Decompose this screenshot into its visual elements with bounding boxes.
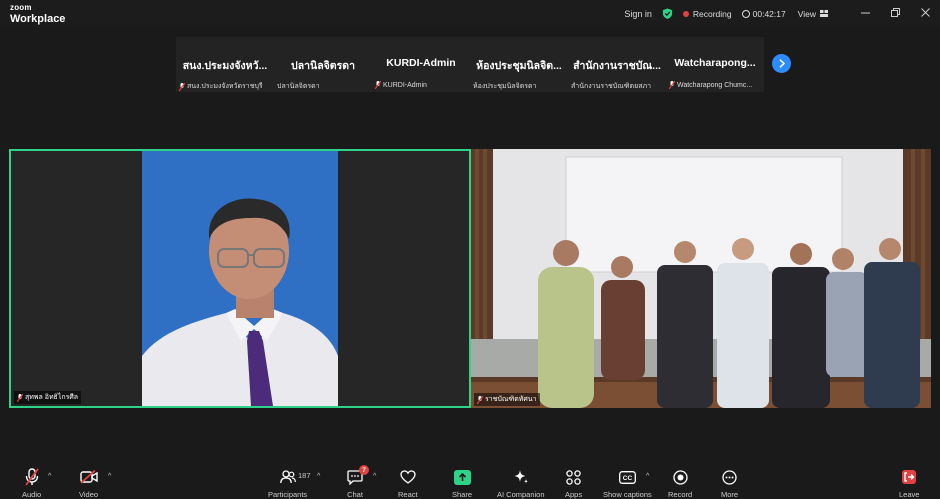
audio-options-caret[interactable]: ^ bbox=[48, 473, 51, 480]
leave-button[interactable]: Leave bbox=[899, 468, 919, 499]
thumbnail-name: ห้องประชุมนิลจิต... bbox=[476, 60, 562, 72]
heart-icon bbox=[400, 470, 416, 484]
chat-label: Chat bbox=[347, 490, 363, 499]
participants-options-caret[interactable]: ^ bbox=[317, 473, 320, 480]
sparkle-icon bbox=[514, 470, 528, 484]
zoom-workplace-logo: zoom Workplace bbox=[10, 3, 66, 25]
more-button[interactable]: More bbox=[721, 468, 738, 499]
react-button[interactable]: React bbox=[398, 468, 418, 499]
sign-in-link[interactable]: Sign in bbox=[624, 9, 652, 19]
participants-label: Participants bbox=[268, 490, 308, 499]
record-label: Record bbox=[668, 490, 693, 499]
participant-thumbnail[interactable]: ปลานิลจิตรดา ปลานิลจิตรดา bbox=[274, 37, 372, 92]
next-page-button[interactable] bbox=[772, 54, 791, 73]
thumbnail-display-name: ปลานิลจิตรดา bbox=[277, 83, 320, 90]
chat-button[interactable]: 7 Chat bbox=[347, 465, 369, 499]
mic-muted-icon bbox=[17, 393, 23, 402]
svg-text:CC: CC bbox=[623, 475, 633, 482]
participant-thumbnail-strip: สนง.ประมงจังหวั... สนง.ประมงจังหวัดราชบุ… bbox=[176, 37, 764, 92]
chat-unread-badge: 7 bbox=[359, 465, 369, 475]
thumbnail-name: KURDI-Admin bbox=[386, 57, 456, 69]
show-captions-button[interactable]: CC Show captions bbox=[603, 468, 652, 499]
mic-muted-icon bbox=[477, 395, 483, 404]
participant-thumbnail[interactable]: ห้องประชุมนิลจิต... ห้องประชุมนิลจิตรดา bbox=[470, 37, 568, 92]
video-tile-room[interactable]: ราชบัณฑิตทัศนา bbox=[471, 149, 931, 408]
more-label: More bbox=[721, 490, 739, 499]
thumbnail-name: สนง.ประมงจังหวั... bbox=[182, 60, 268, 72]
room-video-feed bbox=[471, 149, 931, 408]
thumbnail-display-name: KURDI-Admin bbox=[383, 81, 427, 89]
participant-thumbnail[interactable]: KURDI-Admin KURDI-Admin bbox=[372, 37, 470, 92]
participant-name: สุทพล อิทธิไกรศีล bbox=[25, 394, 79, 401]
video-options-caret[interactable]: ^ bbox=[108, 473, 111, 480]
ai-companion-label: AI Companion bbox=[497, 490, 545, 499]
share-label: Share bbox=[452, 490, 473, 499]
video-tile-active-speaker[interactable]: สุทพล อิทธิไกรศีล bbox=[9, 149, 471, 408]
thumbnail-display-name: สนง.ประมงจังหวัดราชบุรี bbox=[187, 83, 263, 90]
chat-options-caret[interactable]: ^ bbox=[373, 473, 376, 480]
record-button[interactable]: Record bbox=[668, 468, 692, 499]
video-button[interactable]: Video bbox=[79, 468, 98, 499]
show-captions-label: Show captions bbox=[603, 490, 652, 499]
title-bar: zoom Workplace Sign in Recording 00:42:1… bbox=[0, 0, 940, 27]
encryption-shield-icon[interactable] bbox=[662, 8, 673, 19]
video-off-icon bbox=[79, 470, 98, 484]
participants-icon bbox=[279, 470, 296, 484]
thumbnail-display-name: สำนักงานราชบัณฑิตยสภา bbox=[571, 83, 652, 90]
participant-thumbnail[interactable]: สำนักงานราชบัณ... สำนักงานราชบัณฑิตยสภา bbox=[568, 37, 666, 92]
captions-options-caret[interactable]: ^ bbox=[646, 473, 649, 480]
leave-exit-icon bbox=[902, 470, 917, 484]
logo-bottom-text: Workplace bbox=[10, 13, 66, 25]
minimize-icon bbox=[860, 12, 870, 13]
apps-label: Apps bbox=[565, 490, 583, 499]
minimize-button[interactable] bbox=[850, 8, 880, 20]
captions-cc-icon: CC bbox=[618, 470, 636, 484]
recording-status[interactable]: Recording bbox=[693, 9, 732, 19]
chevron-right-icon bbox=[778, 59, 785, 68]
share-screen-icon bbox=[453, 469, 471, 485]
mic-muted-icon bbox=[24, 468, 39, 486]
meeting-controls-toolbar: Audio ^ Video ^ Participants 187 ^ 7 Cha… bbox=[0, 463, 940, 499]
thumbnail-name: ปลานิลจิตรดา bbox=[291, 60, 355, 72]
mic-muted-icon bbox=[179, 82, 185, 91]
apps-button[interactable]: Apps bbox=[565, 468, 582, 499]
recording-dot-icon bbox=[682, 10, 689, 17]
record-icon bbox=[672, 469, 688, 485]
logo-top-text: zoom bbox=[10, 3, 32, 12]
room-name-label: ราชบัณฑิตทัศนา bbox=[474, 393, 540, 406]
thumbnail-display-name: ห้องประชุมนิลจิตรดา bbox=[473, 83, 537, 90]
participants-count: 187 bbox=[298, 471, 311, 480]
close-icon bbox=[920, 7, 930, 17]
close-window-button[interactable] bbox=[910, 7, 940, 20]
participant-name-label: สุทพล อิทธิไกรศีล bbox=[14, 391, 82, 404]
room-name: ราชบัณฑิตทัศนา bbox=[485, 396, 537, 403]
mic-muted-icon bbox=[669, 81, 675, 89]
thumbnail-name: สำนักงานราชบัณ... bbox=[573, 60, 661, 72]
leave-label: Leave bbox=[899, 490, 920, 499]
ai-companion-button[interactable]: AI Companion bbox=[497, 468, 545, 499]
audio-label: Audio bbox=[22, 490, 42, 499]
view-label: View bbox=[797, 8, 816, 19]
mic-muted-icon bbox=[375, 81, 381, 89]
thumbnail-name: Watcharapong... bbox=[674, 57, 756, 69]
audio-button[interactable]: Audio bbox=[22, 468, 41, 499]
share-button[interactable]: Share bbox=[452, 468, 472, 499]
react-label: React bbox=[398, 490, 418, 499]
view-button[interactable]: View bbox=[798, 9, 828, 19]
apps-icon bbox=[566, 469, 581, 485]
restore-button[interactable] bbox=[880, 7, 910, 20]
video-label: Video bbox=[79, 490, 99, 499]
thumbnail-display-name: Watcharapong Chumc... bbox=[677, 81, 753, 89]
clock-icon bbox=[741, 9, 750, 18]
more-dots-icon bbox=[722, 469, 737, 485]
participant-thumbnail[interactable]: Watcharapong... Watcharapong Chumc... bbox=[666, 37, 764, 92]
participant-video-feed bbox=[11, 151, 469, 406]
meeting-timer: 00:42:17 bbox=[752, 8, 786, 19]
restore-icon bbox=[890, 7, 900, 17]
grid-view-icon bbox=[820, 10, 828, 17]
participant-thumbnail[interactable]: สนง.ประมงจังหวั... สนง.ประมงจังหวัดราชบุ… bbox=[176, 37, 274, 92]
